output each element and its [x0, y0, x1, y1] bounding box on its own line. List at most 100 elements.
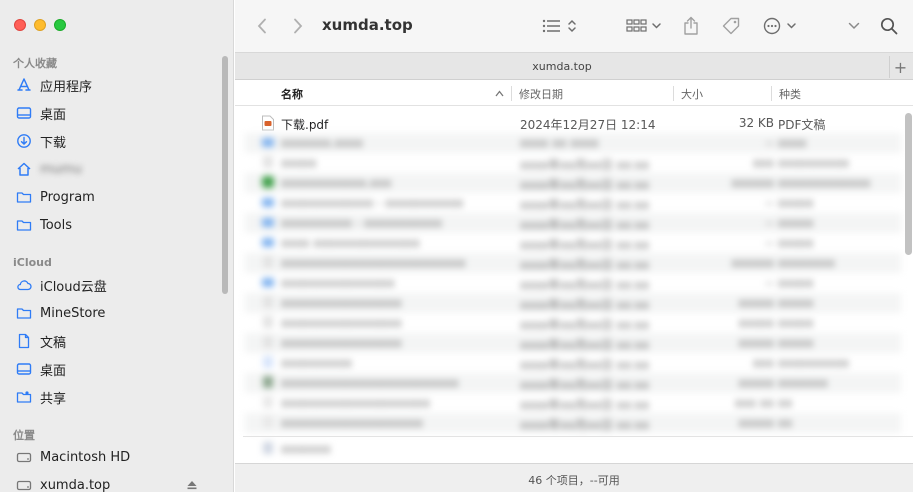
document-icon — [16, 333, 32, 349]
file-row[interactable]: xxxxxxxxxxxxxxxxx xxxx年xx月xx日 xx:xx xxxx… — [245, 333, 901, 353]
file-row[interactable]: xxxxxxxxxx - xxxxxxxxxxx xxxx年xx月xx日 xx:… — [245, 213, 901, 233]
file-name: xxxxxxxxxxxxxxxxx — [281, 316, 402, 330]
search-button[interactable] — [878, 14, 900, 38]
sidebar-section-favorites: 个人收藏 — [13, 57, 57, 70]
folder-icon — [261, 135, 275, 151]
file-icon — [261, 295, 275, 311]
sidebar-item-applications[interactable]: 应用程序 — [0, 72, 220, 98]
file-kind: xxxxx — [778, 276, 814, 290]
tag-icon — [721, 16, 741, 36]
chevron-right-icon — [293, 18, 303, 34]
sidebar-item-program[interactable]: Program — [0, 184, 220, 210]
file-name: xxxx xxxxxxxxxxxxxxx — [281, 236, 420, 250]
folder-icon — [16, 189, 32, 205]
sidebar-item-minestore[interactable]: MineStore — [0, 300, 220, 326]
file-row[interactable]: xxxxxxxxxxxxxxxxxxxxx xxxx年xx月xx日 xx:xx … — [245, 393, 901, 413]
file-kind: xxxxx — [778, 196, 814, 210]
close-window-button[interactable] — [14, 19, 26, 31]
file-row[interactable]: xxxxx xxxx年xx月xx日 xx:xx xxx xxxxxxxxxx — [245, 153, 901, 173]
desktop-icon — [16, 361, 32, 377]
sidebar-item-label: Macintosh HD — [40, 449, 131, 465]
action-menu-button[interactable] — [761, 14, 801, 38]
file-name: xxxxx — [281, 156, 317, 170]
file-date: xxxx年xx月xx日 xx:xx — [520, 358, 650, 372]
file-row[interactable]: xxxxxxxxxxxx.xxx xxxx年xx月xx日 xx:xx xxxxx… — [245, 173, 901, 193]
disk-icon — [16, 477, 32, 492]
file-kind: xxxxxxxxxx — [778, 156, 850, 170]
file-size: -- — [765, 236, 774, 250]
ellipsis-circle-icon — [762, 17, 800, 35]
file-date: xxxx年xx月xx日 xx:xx — [520, 218, 650, 232]
sidebar-item-tools[interactable]: Tools — [0, 212, 220, 238]
file-row[interactable]: xxxxxxxxxxxxxxxx xxxx年xx月xx日 xx:xx -- xx… — [245, 273, 901, 293]
share-button[interactable] — [681, 14, 701, 38]
file-date: xxxx年xx月xx日 xx:xx — [520, 398, 650, 412]
file-row[interactable]: xxxxxxxxxxxxxxxxxxxx xxxx年xx月xx日 xx:xx x… — [245, 413, 901, 433]
file-date: xxxx xx xxxx — [520, 136, 599, 150]
sidebar-item-icloud-desktop[interactable]: 桌面 — [0, 356, 220, 382]
file-date: xxxx年xx月xx日 xx:xx — [520, 338, 650, 352]
sidebar-item-label: 下载 — [40, 135, 67, 151]
back-button[interactable] — [253, 14, 271, 38]
file-row[interactable]: xxxxxxxxxxxxxxxxx xxxx年xx月xx日 xx:xx xxxx… — [245, 313, 901, 333]
chevron-left-icon — [257, 18, 267, 34]
sidebar-item-xumda-top[interactable]: xumda.top — [0, 472, 220, 492]
file-icon — [261, 355, 275, 371]
file-row[interactable]: xxxxxxxxxxxxxxxxxxxxxxxxx xxxx年xx月xx日 xx… — [245, 373, 901, 393]
file-date: xxxx年xx月xx日 xx:xx — [520, 238, 650, 252]
sidebar-item-desktop[interactable]: 桌面 — [0, 100, 220, 126]
sidebar-item-documents[interactable]: 文稿 — [0, 328, 220, 354]
file-kind: xxxxxxxxxx — [778, 356, 850, 370]
minimize-window-button[interactable] — [34, 19, 46, 31]
file-size: xxxxxx — [731, 256, 774, 270]
file-name: xxxxxxxxxxxxxxxxxxxxx — [281, 396, 431, 410]
list-view-icon — [542, 18, 580, 34]
tag-button[interactable] — [720, 14, 742, 38]
status-item-count: 46 个项目，--可用 — [528, 474, 620, 487]
file-row[interactable]: xxxxxxx.xxxx xxxx xx xxxx -- xxxx — [245, 133, 901, 153]
toolbar-overflow-button[interactable] — [845, 14, 863, 38]
sidebar-item-label: mumu — [40, 161, 82, 177]
folder-icon — [16, 217, 32, 233]
file-row[interactable]: xxxxxxxxxxxxxxxxx xxxx年xx月xx日 xx:xx xxxx… — [245, 293, 901, 313]
view-options-button[interactable] — [541, 14, 581, 38]
folder-icon — [261, 215, 275, 231]
sidebar-item-label: Program — [40, 189, 95, 205]
applications-icon — [16, 77, 32, 93]
file-icon — [261, 395, 275, 411]
sidebar-item-home[interactable]: mumu — [0, 156, 220, 182]
sidebar: 个人收藏 应用程序 桌面 下载 mumu Program Tools iClou… — [0, 0, 234, 492]
file-row[interactable]: xxxxxxxxxxxxxxxxxxxxxxxxxx xxxx年xx月xx日 x… — [245, 253, 901, 273]
file-list-scrollbar[interactable] — [905, 113, 912, 255]
sidebar-section-locations: 位置 — [13, 429, 35, 442]
file-size: xxxxxx — [731, 176, 774, 190]
file-row[interactable]: xxxxxxxxxxxxx - xxxxxxxxxxx xxxx年xx月xx日 … — [245, 193, 901, 213]
status-bar: 46 个项目，--可用 — [235, 463, 913, 492]
sidebar-scrollbar[interactable] — [222, 56, 228, 294]
file-row[interactable]: xxxx xxxxxxxxxxxxxxx xxxx年xx月xx日 xx:xx -… — [245, 233, 901, 253]
sidebar-item-macintosh-hd[interactable]: Macintosh HD — [0, 444, 220, 470]
sidebar-item-shared[interactable]: 共享 — [0, 384, 220, 410]
new-tab-button[interactable]: + — [889, 56, 911, 78]
file-row[interactable]: xxxxxxx — [245, 439, 901, 459]
sidebar-item-icloud-drive[interactable]: iCloud云盘 — [0, 272, 220, 298]
zoom-window-button[interactable] — [54, 19, 66, 31]
sidebar-item-label: 共享 — [40, 391, 67, 407]
shared-folder-icon — [16, 389, 32, 405]
file-row[interactable]: xxxxxxxxxx xxxx年xx月xx日 xx:xx xxx xxxxxxx… — [245, 353, 901, 373]
file-kind: xxxxxxxx — [778, 256, 835, 270]
file-kind: xxxxx — [778, 336, 814, 350]
eject-icon[interactable] — [186, 479, 198, 491]
list-divider — [243, 436, 913, 437]
file-date: xxxx年xx月xx日 xx:xx — [520, 258, 650, 272]
sidebar-item-label: 桌面 — [40, 363, 67, 379]
file-name: xxxxxxx.xxxx — [281, 136, 363, 150]
forward-button[interactable] — [289, 14, 307, 38]
app-icon — [261, 175, 275, 191]
group-button[interactable] — [625, 14, 665, 38]
tab-xumda-top[interactable]: xumda.top — [235, 60, 889, 73]
folder-icon — [16, 305, 32, 321]
folder-icon — [261, 195, 275, 211]
sidebar-item-downloads[interactable]: 下载 — [0, 128, 220, 154]
desktop-icon — [16, 105, 32, 121]
